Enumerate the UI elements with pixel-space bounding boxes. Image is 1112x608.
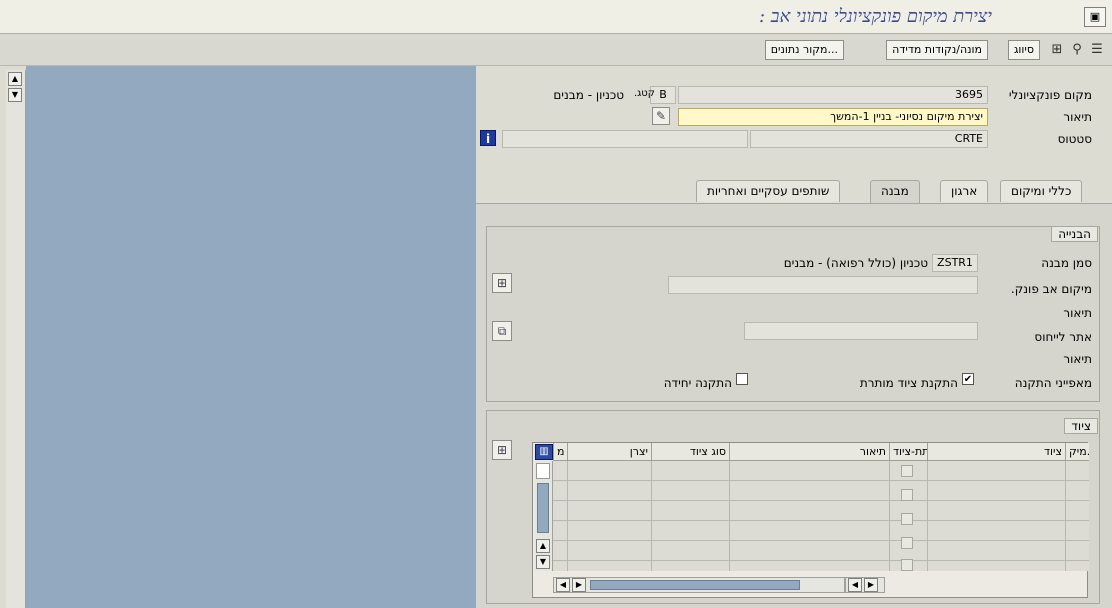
single-installation-checkbox[interactable] [736, 373, 748, 385]
user-status-field[interactable] [502, 130, 748, 148]
hierarchy-icon[interactable]: ⊞ [1048, 41, 1066, 59]
superior-location-label: מיקום אב פונק. [1010, 282, 1092, 296]
superior-description-label: תיאור [1063, 306, 1092, 320]
classification-button[interactable]: סיווג [1007, 40, 1040, 60]
reference-location-label: אתר לייחוס [1034, 330, 1092, 344]
sub-equipment-checkbox[interactable] [901, 559, 913, 571]
scroll-thumb[interactable] [537, 483, 549, 533]
superior-location-field[interactable] [668, 276, 978, 294]
binoculars-icon[interactable]: ⚲ [1068, 41, 1086, 59]
structure-indicator-field[interactable]: ZSTR1 [932, 254, 978, 272]
screen-menu-icon[interactable]: ▣ [1084, 7, 1106, 27]
equipment-hierarchy-icon[interactable]: ⊞ [492, 440, 512, 460]
functional-location-label: מקום פונקציונלי [1008, 88, 1092, 102]
sub-equipment-checkbox[interactable] [901, 465, 913, 477]
column-header-position[interactable]: מיק. [1065, 443, 1089, 461]
scroll-left-icon[interactable]: ◀ [556, 578, 570, 592]
table-vertical-scrollbar[interactable]: ▲ ▼ [535, 461, 553, 571]
column-header-description[interactable]: תיאור [729, 443, 889, 461]
left-navigation-area [26, 66, 476, 608]
equipment-table: ▥ מ יצרן סוג ציוד תיאור תת-ציוד ציוד מיק… [532, 442, 1089, 598]
scroll-right-icon[interactable]: ▶ [864, 578, 878, 592]
installation-label: מאפייני התקנה [1014, 376, 1092, 390]
column-header-equipment[interactable]: ציוד [927, 443, 1065, 461]
column-divider [651, 461, 652, 571]
column-header-manufacturer[interactable]: יצרן [567, 443, 651, 461]
category-label: קטג. [634, 88, 655, 99]
status-label: סטטוס [1057, 132, 1092, 146]
measuring-points-button[interactable]: מונה/נקודות מדידה [886, 40, 988, 60]
scroll-down-icon[interactable]: ▼ [8, 88, 22, 102]
data-origin-button[interactable]: מקור נתונים... [764, 40, 844, 60]
structure-indicator-label: סמן מבנה [1041, 256, 1092, 270]
single-installation-label: התקנה יחידה [663, 376, 732, 390]
structure-group-title: הבנייה [1051, 226, 1098, 242]
table-settings-icon[interactable]: ▥ [535, 444, 553, 460]
structure-indicator-text: טכניון (כולל רפואה) - מבנים [783, 256, 928, 270]
description-label: תיאור [1063, 110, 1092, 124]
sub-equipment-checkbox[interactable] [901, 513, 913, 525]
sub-equipment-checkbox[interactable] [901, 537, 913, 549]
column-divider [567, 461, 568, 571]
scroll-right-icon[interactable]: ▶ [572, 578, 586, 592]
info-icon[interactable]: i [480, 130, 496, 146]
category-text: טכניון - מבנים [553, 88, 624, 102]
table-horizontal-scrollbar-right[interactable]: ◀ ▶ [845, 577, 885, 593]
equipment-group-title: ציוד [1064, 418, 1098, 434]
table-horizontal-scrollbar[interactable]: ◀ ▶ [553, 577, 845, 593]
column-header-sub-equipment[interactable]: תת-ציוד [889, 443, 927, 461]
title-bar: יצירת מיקום פונקציונלי נתוני אב : ▣ [0, 0, 1112, 34]
row-selector[interactable] [536, 463, 550, 479]
h-scroll-thumb[interactable] [590, 580, 800, 590]
display-object-icon[interactable]: ☰ [1088, 41, 1106, 59]
tab-organization[interactable]: ארגון [940, 180, 989, 202]
long-text-edit-icon[interactable]: ✎ [652, 107, 670, 125]
scroll-left-icon[interactable]: ◀ [848, 578, 862, 592]
reference-location-field[interactable] [744, 322, 978, 340]
application-toolbar: ☰ ⚲ ⊞ סיווג מונה/נקודות מדידה מקור נתוני… [0, 34, 1112, 66]
reference-description-label: תיאור [1063, 352, 1092, 366]
table-scroll-up-icon[interactable]: ▲ [536, 539, 550, 553]
tab-general-location[interactable]: כללי ומיקום [1000, 180, 1083, 202]
column-header-meas[interactable]: מ [553, 443, 567, 461]
hierarchy-structure-icon[interactable]: ⊞ [492, 273, 512, 293]
column-divider [729, 461, 730, 571]
tab-structure[interactable]: מבנה [870, 180, 920, 203]
description-input[interactable]: יצירת מיקום נסיוני- בניין 1-המשך [678, 108, 988, 126]
column-divider [927, 461, 928, 571]
scroll-up-icon[interactable]: ▲ [8, 72, 22, 86]
table-scroll-down-icon[interactable]: ▼ [536, 555, 550, 569]
equipment-installation-checkbox[interactable]: ✔ [962, 373, 974, 385]
table-rows [553, 461, 1089, 571]
sub-equipment-checkbox[interactable] [901, 489, 913, 501]
status-field[interactable]: CRTE [750, 130, 988, 148]
structure-group-box [486, 226, 1100, 402]
column-divider [1065, 461, 1066, 571]
equipment-installation-label: התקנת ציוד מותרת [859, 376, 958, 390]
vertical-scrollbar[interactable]: ▲ ▼ [6, 70, 26, 608]
copy-reference-icon[interactable]: ⧉ [492, 321, 512, 341]
tab-partners[interactable]: שותפים עסקיים ואחריות [696, 180, 841, 202]
functional-location-field[interactable]: 3695 [678, 86, 988, 104]
column-header-equipment-type[interactable]: סוג ציוד [651, 443, 729, 461]
column-divider [889, 461, 890, 571]
window-title: יצירת מיקום פונקציונלי נתוני אב : [759, 6, 992, 27]
